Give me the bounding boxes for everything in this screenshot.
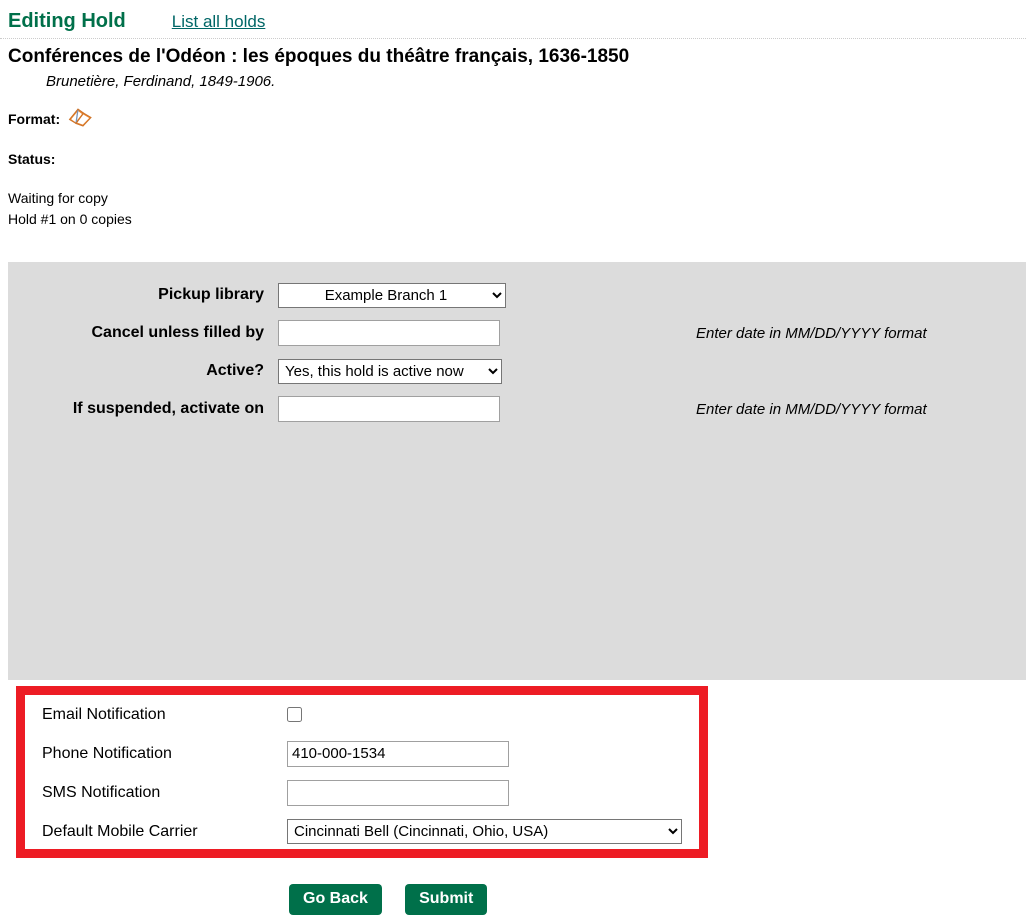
format-line: Format: [0,108,1026,130]
form-actions: Go Back Submit [289,884,488,915]
page-header: Editing Hold List all holds [0,0,1026,39]
bib-author: Brunetière, Ferdinand, 1849-1906. [46,72,276,90]
pickup-library-select[interactable]: Example Branch 1 [278,282,506,308]
form-row-pickup-library: Pickup library Example Branch 1 [8,276,1026,314]
notify-row-email: Email Notification [25,695,699,734]
sms-notification-label: SMS Notification [42,783,161,801]
default-mobile-carrier-label: Default Mobile Carrier [42,822,198,840]
submit-button[interactable]: Submit [405,884,488,915]
status-label: Status: [8,150,56,167]
if-suspended-activate-on-input[interactable] [278,396,500,422]
form-row-if-suspended-activate-on: If suspended, activate on Enter date in … [8,390,1026,428]
bib-summary: Conférences de l'Odéon : les époques du … [0,39,1026,90]
email-notification-label: Email Notification [42,705,166,723]
cancel-unless-filled-by-input[interactable] [278,320,500,346]
phone-notification-label: Phone Notification [42,744,172,762]
notify-row-sms: SMS Notification [25,773,699,812]
form-row-active: Active? Yes, this hold is active now [8,352,1026,390]
go-back-button[interactable]: Go Back [289,884,382,915]
form-row-cancel-unless-filled-by: Cancel unless filled by Enter date in MM… [8,314,1026,352]
notify-row-phone: Phone Notification [25,734,699,773]
cancel-unless-filled-by-label: Cancel unless filled by [91,324,265,341]
default-mobile-carrier-select[interactable]: Cincinnati Bell (Cincinnati, Ohio, USA) [287,819,682,844]
email-notification-checkbox[interactable] [287,707,302,722]
status-waiting-text: Waiting for copy [8,189,108,206]
cancel-unless-filled-by-hint: Enter date in MM/DD/YYYY format [696,324,927,342]
sms-notification-input[interactable] [287,779,509,806]
status-queue-text: Hold #1 on 0 copies [8,210,132,227]
hold-edit-form-panel: Pickup library Example Branch 1 Cancel u… [8,262,1026,915]
phone-notification-input[interactable] [287,740,509,767]
notify-row-carrier: Default Mobile Carrier Cincinnati Bell (… [25,812,699,851]
if-suspended-activate-on-hint: Enter date in MM/DD/YYYY format [696,400,927,418]
if-suspended-activate-on-label: If suspended, activate on [72,400,264,417]
list-all-holds-link[interactable]: List all holds [172,12,266,32]
bib-title: Conférences de l'Odéon : les époques du … [8,46,630,67]
status-label-line: Status: [0,148,1026,170]
format-label: Format: [8,110,61,127]
pickup-library-label: Pickup library [158,286,264,303]
status-detail: Waiting for copy Hold #1 on 0 copies [0,188,1026,230]
page-title: Editing Hold [8,10,126,32]
open-book-icon [67,105,93,127]
active-select[interactable]: Yes, this hold is active now [278,358,502,384]
notification-settings-highlight-box: Email Notification Phone Notification SM… [16,686,708,858]
active-label: Active? [206,362,264,379]
